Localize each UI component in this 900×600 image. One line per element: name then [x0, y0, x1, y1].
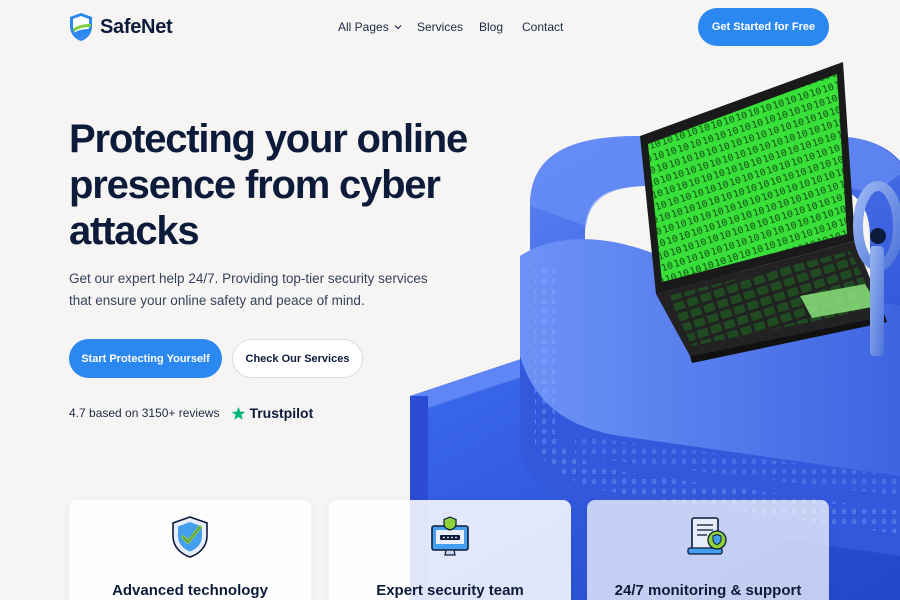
nav-item-label: Blog [479, 20, 504, 34]
top-navigation: SafeNet All Pages Services Blog Contact … [0, 0, 900, 56]
brand-name: SafeNet [100, 15, 173, 38]
feature-title: Expert security team [376, 582, 524, 599]
check-services-button[interactable]: Check Our Services [232, 339, 363, 378]
trustpilot-label: Trustpilot [249, 405, 314, 421]
nav-item-all-pages[interactable]: All Pages [338, 20, 417, 34]
nav-item-label: Services [417, 20, 464, 34]
get-started-button[interactable]: Get Started for Free [698, 8, 829, 46]
chevron-down-icon [394, 23, 402, 31]
brand-logo[interactable]: SafeNet [68, 12, 173, 42]
star-icon [231, 406, 246, 421]
rating-row: 4.7 based on 3150+ reviews Trustpilot [69, 405, 313, 421]
feature-card-advanced-technology: Advanced technology [69, 500, 311, 600]
feature-title: 24/7 monitoring & support [614, 582, 802, 599]
monitor-shield-icon [427, 514, 473, 560]
nav-item-services[interactable]: Services [417, 20, 479, 34]
document-shield-icon [685, 514, 731, 560]
shield-icon [68, 12, 94, 42]
nav-item-contact[interactable]: Contact [522, 20, 563, 34]
main-menu: All Pages Services Blog Contact [338, 20, 563, 34]
nav-item-label: Contact [522, 20, 564, 34]
start-protecting-button[interactable]: Start Protecting Yourself [69, 339, 222, 378]
feature-card-expert-team: Expert security team [329, 500, 571, 600]
feature-title: Advanced technology [112, 582, 268, 599]
shield-check-icon [167, 514, 213, 560]
rating-text: 4.7 based on 3150+ reviews [69, 406, 220, 420]
nav-item-blog[interactable]: Blog [479, 20, 522, 34]
hero-subtitle: Get our expert help 24/7. Providing top-… [69, 271, 428, 308]
nav-item-label: All Pages [338, 20, 389, 34]
feature-card-monitoring-support: 24/7 monitoring & support [587, 500, 829, 600]
trustpilot-link[interactable]: Trustpilot [231, 405, 313, 421]
